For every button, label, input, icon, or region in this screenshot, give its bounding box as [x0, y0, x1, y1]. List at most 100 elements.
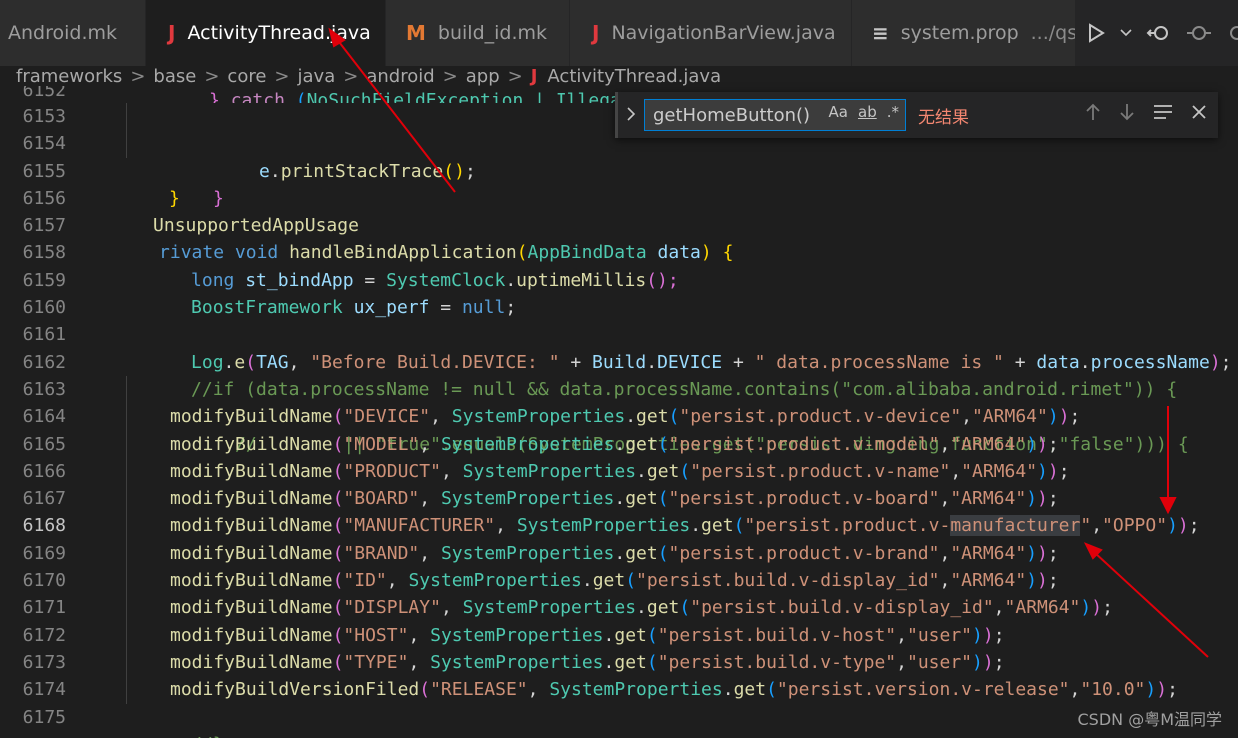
previous-match-icon[interactable] — [1084, 102, 1102, 122]
token: modifyBuildName — [170, 488, 333, 510]
token: get — [733, 679, 767, 701]
breadcrumb-item[interactable]: frameworks — [16, 66, 122, 86]
tab-android-mk[interactable]: Android.mk — [0, 0, 146, 66]
token: "persist.product.v-board" — [668, 488, 940, 510]
breadcrumb-separator: > — [343, 66, 359, 86]
code-line: modifyBuildName("DEVICE", SystemProperti… — [100, 403, 1238, 431]
line-number: 6156 — [22, 187, 66, 209]
run-icon[interactable] — [1086, 22, 1106, 44]
code-line: //} — [100, 704, 1238, 738]
line-number: 6165 — [22, 433, 66, 455]
code-line: modifyBuildName("PRODUCT", SystemPropert… — [100, 457, 1238, 486]
token: get — [614, 651, 647, 673]
token: modifyBuildVersionFiled — [170, 679, 420, 701]
token: "DEVICE" — [343, 406, 431, 428]
token: SystemProperties — [430, 651, 604, 673]
line-number: 6166 — [22, 460, 66, 482]
breadcrumb-separator: > — [442, 66, 458, 86]
selected-text[interactable]: manufacturer — [950, 515, 1081, 537]
chevron-down-icon[interactable] — [1120, 28, 1132, 38]
line-number: 6158 — [22, 242, 66, 264]
breadcrumb-item[interactable]: android — [366, 66, 434, 86]
java-file-icon: J — [530, 66, 538, 86]
find-input[interactable]: getHomeButton() Aa ab .* — [644, 99, 906, 131]
makefile-icon: M — [406, 21, 426, 45]
token: SystemProperties — [516, 515, 691, 537]
breadcrumb-file[interactable]: ActivityThread.java — [547, 66, 721, 86]
token: "persist.build.v-display_id" — [690, 597, 994, 619]
token: SystemProperties — [440, 488, 615, 510]
token: "user" — [906, 651, 973, 673]
line-number: 6167 — [22, 488, 66, 510]
token: "BRAND" — [343, 542, 420, 564]
breadcrumb-separator: > — [204, 66, 220, 86]
go-back-icon[interactable] — [1146, 22, 1172, 44]
toggle-icon[interactable] — [1186, 22, 1212, 44]
tab-label: system.prop — [900, 22, 1019, 44]
token: "persist.build.v-type" — [657, 651, 897, 673]
find-widget: getHomeButton() Aa ab .* 无结果 — [615, 92, 1218, 138]
use-regex-icon[interactable]: .* — [887, 103, 899, 121]
tab-activitythread-java[interactable]: J ActivityThread.java ✕ — [146, 0, 386, 66]
tab-system-prop[interactable]: ≡ system.prop .../qssi — [852, 0, 1076, 66]
code-editor[interactable]: 6152 6153 6154 6155 6156 6157 6158 6159 … — [0, 86, 1238, 738]
code-line: Log.e(TAG, "Before Build.DEVICE: " + Bui… — [191, 351, 1232, 373]
token: "ID" — [343, 570, 387, 592]
token: get — [625, 542, 658, 564]
token: "PRODUCT" — [343, 460, 441, 482]
token: "persist.product.v- — [744, 515, 951, 537]
find-options: Aa ab .* — [829, 103, 899, 121]
code-line: modifyBuildName("TYPE", SystemProperties… — [100, 648, 1238, 677]
token: "10.0" — [1080, 679, 1146, 701]
token: "persist.product.v-name" — [690, 460, 951, 482]
token: modifyBuildName — [170, 624, 333, 646]
code-line: modifyBuildName("BRAND", SystemPropertie… — [100, 539, 1238, 568]
code-line: modifyBuildName("HOST", SystemProperties… — [100, 621, 1238, 649]
breadcrumb-item[interactable]: java — [298, 66, 336, 86]
token: modifyBuildName — [170, 651, 333, 673]
find-in-selection-icon[interactable] — [1152, 102, 1174, 122]
code-content[interactable]: } catch (NoSuchFieldException | IllegalA… — [100, 86, 1238, 738]
token: SystemProperties — [462, 460, 637, 482]
java-file-icon: J — [168, 21, 176, 45]
breadcrumb-item[interactable]: core — [227, 66, 266, 86]
tab-label: ActivityThread.java — [187, 22, 371, 44]
close-icon[interactable] — [1190, 102, 1208, 122]
line-number: 6153 — [22, 106, 66, 127]
token: get — [625, 488, 658, 510]
line-number: 6170 — [22, 570, 66, 592]
token: modifyBuildName — [170, 515, 333, 537]
breadcrumb-item[interactable]: app — [466, 66, 500, 86]
token: get — [614, 624, 647, 646]
tab-description: .../qssi — [1030, 22, 1076, 44]
code-line: UnsupportedAppUsage — [88, 185, 1238, 236]
tab-navigationbarview-java[interactable]: J NavigationBarView.java — [570, 0, 852, 66]
token: "persist.build.v-host" — [657, 624, 897, 646]
toggle-replace-chevron-icon[interactable] — [618, 105, 644, 126]
match-whole-word-icon[interactable]: ab — [858, 103, 877, 121]
code-line-current: modifyBuildName("MANUFACTURER", SystemPr… — [100, 512, 1238, 540]
match-case-icon[interactable]: Aa — [829, 103, 848, 121]
code-line: modifyBuildName("BOARD", SystemPropertie… — [100, 485, 1238, 513]
breadcrumb-separator: > — [130, 66, 146, 86]
token: "HOST" — [343, 624, 409, 646]
token: "user" — [906, 624, 973, 646]
comment: //} — [191, 734, 224, 738]
find-result-status: 无结果 — [918, 107, 969, 128]
token: SystemProperties — [462, 597, 637, 619]
token: } — [209, 90, 231, 104]
breadcrumb-item[interactable]: base — [153, 66, 196, 86]
editor-actions — [1078, 0, 1238, 66]
token: NoSuchFieldException | IllegalAcc — [306, 90, 665, 104]
line-number: 6172 — [22, 624, 66, 646]
code-line: modifyBuildName("DISPLAY", SystemPropert… — [100, 594, 1238, 622]
go-forward-icon[interactable] — [1226, 22, 1238, 44]
breadcrumb-separator: > — [274, 66, 290, 86]
token: catch — [230, 90, 296, 104]
line-number: 6171 — [22, 597, 66, 619]
token: modifyBuildName — [170, 597, 333, 619]
tab-build-id-mk[interactable]: M build_id.mk — [386, 0, 570, 66]
next-match-icon[interactable] — [1118, 102, 1136, 122]
tab-label: build_id.mk — [437, 22, 548, 44]
line-number: 6159 — [22, 269, 66, 291]
